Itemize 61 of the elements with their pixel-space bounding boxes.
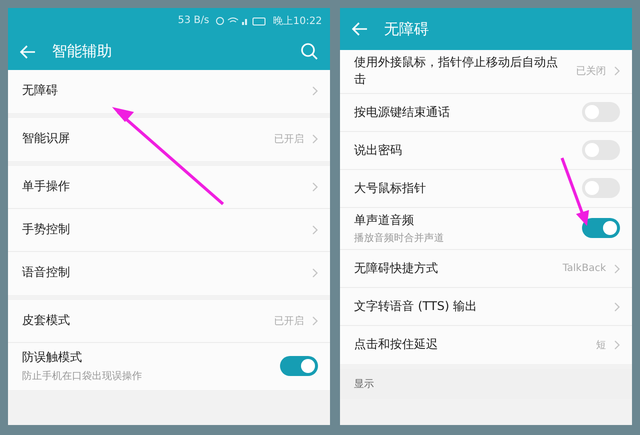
settings-row[interactable]: 按电源键结束通话 [340, 94, 632, 132]
settings-row[interactable]: 无障碍 [8, 70, 330, 113]
settings-row[interactable]: 语音控制 [8, 252, 330, 295]
settings-row[interactable]: 防误触模式 防止手机在口袋出现误操作 [8, 343, 330, 390]
back-icon[interactable] [20, 44, 36, 58]
setting-value: 已关闭 [576, 64, 606, 78]
chevron-icon [312, 316, 318, 326]
setting-label: 语音控制 [22, 264, 71, 282]
setting-label: 使用外接鼠标，指针停止移动后自动点击 [354, 54, 559, 88]
setting-label: 单声道音频 [354, 212, 415, 229]
settings-row[interactable]: 无障碍快捷方式 TalkBack [340, 250, 632, 288]
chevron-icon [614, 302, 620, 312]
status-icons [215, 16, 268, 26]
clock: 晚上10:22 [273, 14, 322, 28]
settings-row[interactable]: 说出密码 [340, 132, 632, 170]
chevron-icon [614, 264, 620, 274]
setting-description: 播放音频时合并声道 [354, 232, 445, 246]
setting-label: 点击和按住延迟 [354, 336, 439, 353]
chevron-icon [614, 340, 620, 350]
settings-row[interactable]: 皮套模式 已开启 [8, 300, 330, 343]
setting-label: 说出密码 [354, 142, 403, 159]
settings-row[interactable]: 手势控制 [8, 209, 330, 252]
settings-row[interactable]: 点击和按住延迟 短 [340, 326, 632, 364]
setting-label: 单手操作 [22, 178, 71, 196]
chevron-icon [312, 182, 318, 192]
chevron-icon [312, 134, 318, 144]
settings-row[interactable]: 单声道音频 播放音频时合并声道 [340, 208, 632, 250]
search-icon[interactable] [301, 43, 318, 60]
toggle-switch[interactable] [582, 102, 620, 122]
setting-label: 大号鼠标指针 [354, 180, 427, 197]
setting-description: 防止手机在口袋出现误操作 [22, 370, 143, 383]
toggle-switch[interactable] [582, 218, 620, 238]
chevron-icon [312, 268, 318, 278]
settings-row[interactable]: 大号鼠标指针 [340, 170, 632, 208]
toggle-switch[interactable] [582, 140, 620, 160]
setting-label: 智能识屏 [22, 130, 71, 148]
setting-label: 按电源键结束通话 [354, 104, 451, 121]
setting-value: 短 [596, 338, 606, 352]
setting-label: 防误触模式 [22, 349, 83, 366]
network-speed: 53 B/s [178, 15, 210, 26]
settings-row[interactable]: 智能识屏 已开启 [8, 118, 330, 161]
setting-label: 无障碍 [22, 82, 59, 100]
setting-label: 手势控制 [22, 221, 71, 238]
setting-value: 已开启 [274, 132, 304, 146]
chevron-icon [312, 225, 318, 235]
pointer-arrow [560, 157, 589, 226]
page-title: 智能辅助 [52, 42, 113, 61]
page-title: 无障碍 [384, 20, 430, 38]
settings-row[interactable]: 单手操作 [8, 166, 330, 209]
setting-value: 已开启 [274, 314, 304, 328]
toggle-switch[interactable] [280, 356, 318, 376]
toggle-switch[interactable] [582, 178, 620, 198]
setting-value: TalkBack [562, 263, 606, 274]
setting-label: 皮套模式 [22, 312, 71, 330]
chevron-icon [614, 66, 620, 76]
settings-row[interactable]: 文字转语音 (TTS) 输出 [340, 288, 632, 326]
chevron-icon [312, 86, 318, 96]
setting-label: 文字转语音 (TTS) 输出 [354, 298, 478, 315]
back-icon[interactable] [352, 22, 368, 36]
setting-label: 无障碍快捷方式 [354, 260, 439, 277]
settings-row[interactable]: 使用外接鼠标，指针停止移动后自动点击 已关闭 [340, 50, 632, 94]
